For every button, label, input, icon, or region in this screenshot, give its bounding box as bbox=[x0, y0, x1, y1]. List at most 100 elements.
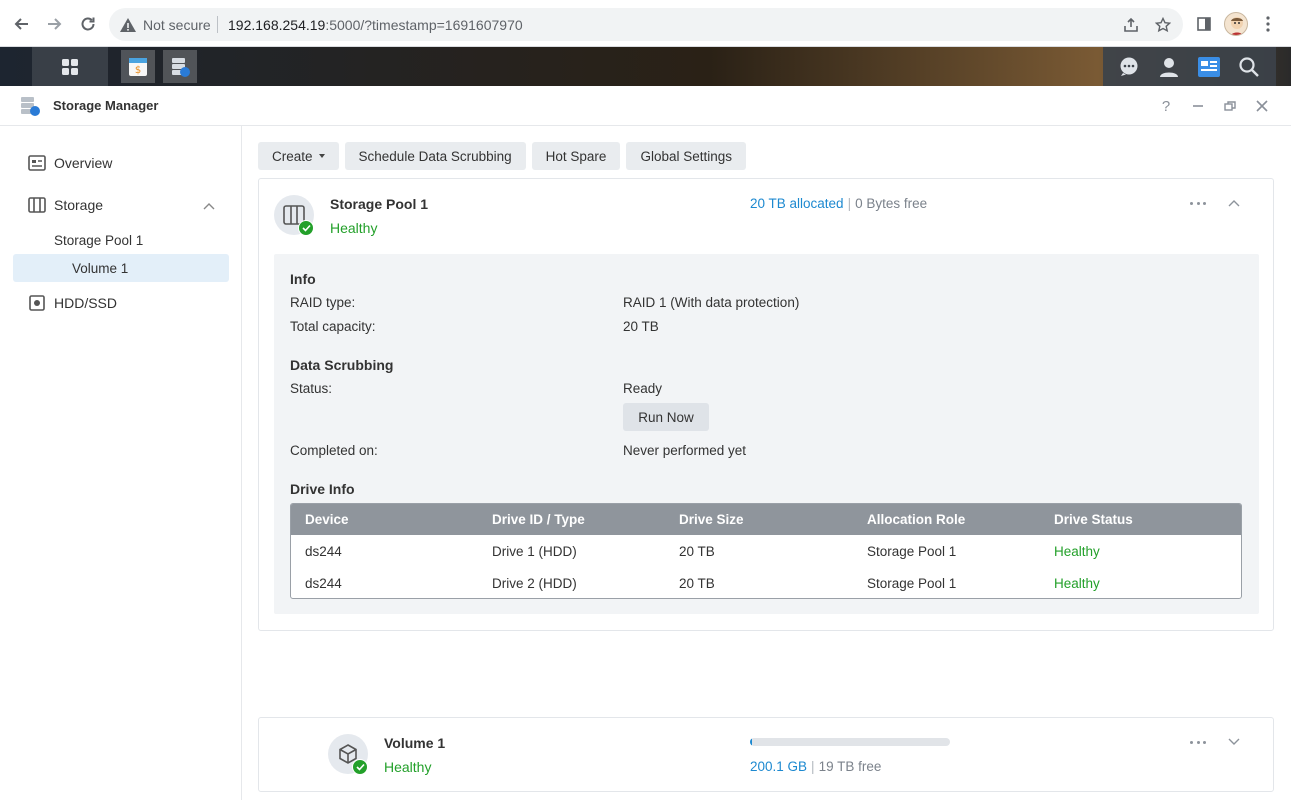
minimize-icon[interactable] bbox=[1188, 96, 1208, 116]
divider bbox=[217, 16, 218, 33]
storage-manager-icon bbox=[19, 95, 41, 117]
chevron-up-icon[interactable] bbox=[203, 199, 215, 215]
pool-name[interactable]: Storage Pool 1 bbox=[330, 196, 428, 212]
volume-capacity: 200.1 GB | 19 TB free bbox=[750, 759, 881, 774]
separator: | bbox=[811, 759, 815, 774]
bookmark-star-icon[interactable] bbox=[1153, 15, 1173, 35]
widgets-icon[interactable] bbox=[1196, 54, 1222, 80]
cell-device: ds244 bbox=[305, 544, 342, 559]
more-options-icon[interactable] bbox=[1188, 735, 1208, 749]
package-center-app-icon[interactable]: $ bbox=[121, 50, 155, 83]
data-scrubbing-heading: Data Scrubbing bbox=[290, 357, 394, 373]
pool-details-panel: Info RAID type: RAID 1 (With data protec… bbox=[274, 254, 1259, 614]
search-icon[interactable] bbox=[1236, 54, 1262, 80]
pool-status: Healthy bbox=[330, 220, 378, 236]
table-row[interactable]: ds244 Drive 2 (HDD) 20 TB Storage Pool 1… bbox=[291, 568, 1241, 598]
cell-drive-size: 20 TB bbox=[679, 576, 715, 591]
url-text[interactable]: 192.168.254.19:5000/?timestamp=169160797… bbox=[228, 17, 523, 33]
table-row[interactable]: ds244 Drive 1 (HDD) 20 TB Storage Pool 1… bbox=[291, 536, 1241, 568]
back-icon[interactable] bbox=[10, 12, 34, 36]
cell-allocation-role: Storage Pool 1 bbox=[867, 576, 957, 591]
side-panel-icon[interactable] bbox=[1192, 12, 1216, 36]
volume-usage-fill bbox=[750, 738, 752, 746]
chevron-down-icon[interactable] bbox=[1227, 735, 1241, 749]
run-now-button[interactable]: Run Now bbox=[623, 403, 709, 431]
help-icon[interactable]: ? bbox=[1156, 96, 1176, 116]
sidebar-item-overview[interactable]: Overview bbox=[13, 149, 229, 177]
toolbar: Create Schedule Data Scrubbing Hot Spare… bbox=[258, 142, 746, 170]
sidebar-item-label: HDD/SSD bbox=[54, 295, 118, 311]
healthy-check-icon bbox=[298, 220, 314, 236]
user-icon[interactable] bbox=[1156, 54, 1182, 80]
security-label[interactable]: Not secure bbox=[143, 17, 211, 33]
sidebar-item-label: Volume 1 bbox=[72, 260, 129, 276]
main-menu-button[interactable] bbox=[32, 47, 108, 86]
kebab-menu-icon[interactable] bbox=[1256, 12, 1280, 36]
more-options-icon[interactable] bbox=[1188, 196, 1208, 210]
pool-allocation: 20 TB allocated | 0 Bytes free bbox=[750, 196, 927, 211]
sidebar: Overview Storage Storage Pool 1 Volume 1… bbox=[0, 126, 242, 800]
cell-device: ds244 bbox=[305, 576, 342, 591]
reload-icon[interactable] bbox=[76, 12, 100, 36]
url-host: 192.168.254.19 bbox=[228, 17, 326, 33]
dsm-taskbar: $ bbox=[0, 47, 1291, 86]
separator: | bbox=[847, 196, 852, 211]
volume-used: 200.1 GB bbox=[750, 759, 808, 774]
window-title-bar[interactable]: Storage Manager ? bbox=[0, 86, 1291, 126]
url-path: :5000/?timestamp=1691607970 bbox=[325, 17, 523, 33]
create-button[interactable]: Create bbox=[258, 142, 339, 170]
caret-down-icon bbox=[318, 154, 325, 158]
hot-spare-button[interactable]: Hot Spare bbox=[531, 142, 621, 170]
cell-allocation-role: Storage Pool 1 bbox=[867, 544, 957, 559]
window-title: Storage Manager bbox=[53, 98, 159, 113]
total-capacity-label: Total capacity: bbox=[290, 319, 376, 334]
sidebar-item-storage[interactable]: Storage bbox=[13, 191, 229, 219]
browser-toolbar: Not secure 192.168.254.19:5000/?timestam… bbox=[0, 0, 1291, 47]
address-bar[interactable]: Not secure 192.168.254.19:5000/?timestam… bbox=[109, 8, 1183, 41]
scrub-status-label: Status: bbox=[290, 381, 333, 396]
scrub-status-value: Ready bbox=[623, 381, 663, 396]
column-header-drive-id[interactable]: Drive ID / Type bbox=[492, 512, 585, 527]
chat-icon[interactable] bbox=[1116, 54, 1142, 80]
cell-drive-id: Drive 2 (HDD) bbox=[492, 576, 577, 591]
global-settings-button[interactable]: Global Settings bbox=[626, 142, 746, 170]
cell-drive-status: Healthy bbox=[1054, 576, 1100, 591]
volume-usage-bar bbox=[750, 738, 950, 746]
volume-free: 19 TB free bbox=[818, 759, 882, 774]
storage-pool-icon bbox=[274, 195, 314, 236]
storage-manager-app-icon[interactable] bbox=[163, 50, 197, 83]
sidebar-item-hdd-ssd[interactable]: HDD/SSD bbox=[13, 289, 229, 317]
restore-icon[interactable] bbox=[1220, 96, 1240, 116]
raid-type-label: RAID type: bbox=[290, 295, 356, 310]
sidebar-item-label: Storage bbox=[54, 197, 104, 213]
column-header-drive-status[interactable]: Drive Status bbox=[1054, 512, 1133, 527]
info-heading: Info bbox=[290, 271, 316, 287]
drive-info-heading: Drive Info bbox=[290, 481, 355, 497]
forward-icon[interactable] bbox=[42, 12, 66, 36]
create-label: Create bbox=[272, 148, 313, 164]
volume-status: Healthy bbox=[384, 759, 432, 775]
cell-drive-size: 20 TB bbox=[679, 544, 715, 559]
schedule-data-scrubbing-button[interactable]: Schedule Data Scrubbing bbox=[344, 142, 526, 170]
column-header-drive-size[interactable]: Drive Size bbox=[679, 512, 744, 527]
column-header-device[interactable]: Device bbox=[305, 512, 349, 527]
sidebar-item-storage-pool[interactable]: Storage Pool 1 bbox=[13, 226, 229, 254]
sidebar-item-volume[interactable]: Volume 1 bbox=[13, 254, 229, 282]
storage-manager-window: Storage Manager ? Overview Storage Stora… bbox=[0, 86, 1291, 800]
chevron-up-icon[interactable] bbox=[1227, 196, 1241, 210]
sidebar-item-label: Storage Pool 1 bbox=[54, 232, 144, 248]
close-icon[interactable] bbox=[1252, 96, 1272, 116]
healthy-check-icon bbox=[352, 759, 368, 775]
profile-avatar[interactable] bbox=[1224, 12, 1248, 36]
pool-allocated: 20 TB allocated bbox=[750, 196, 844, 211]
pool-free: 0 Bytes free bbox=[855, 196, 928, 211]
column-header-allocation-role[interactable]: Allocation Role bbox=[867, 512, 965, 527]
main-content: Create Schedule Data Scrubbing Hot Spare… bbox=[242, 126, 1291, 800]
grid-icon bbox=[62, 58, 78, 75]
sidebar-item-label: Overview bbox=[54, 155, 113, 171]
volume-name[interactable]: Volume 1 bbox=[384, 735, 445, 751]
cell-drive-status: Healthy bbox=[1054, 544, 1100, 559]
hdd-icon bbox=[27, 293, 47, 313]
warning-icon[interactable] bbox=[119, 16, 137, 34]
share-icon[interactable] bbox=[1121, 15, 1141, 35]
